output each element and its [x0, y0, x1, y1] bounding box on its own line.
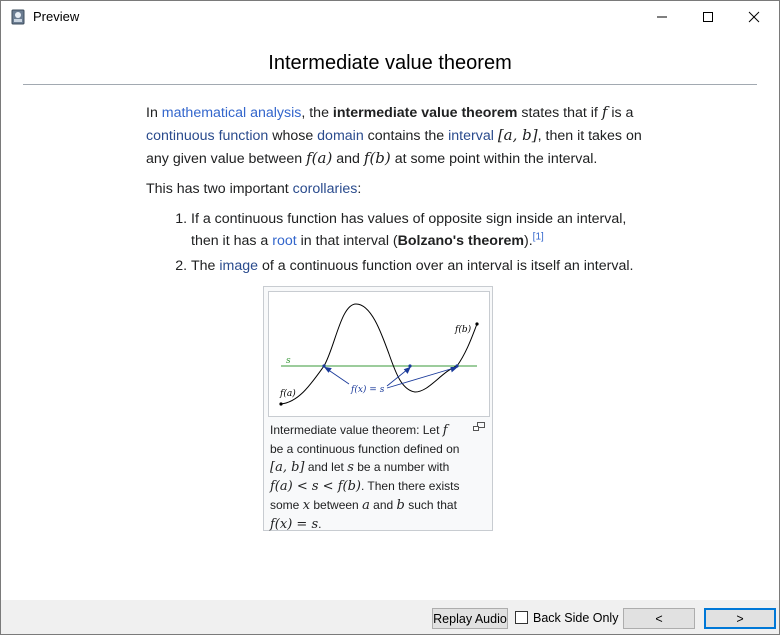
ivt-diagram[interactable]: s f(a) f(b) f(x) = s: [268, 291, 490, 417]
text: be a continuous function defined on: [270, 442, 460, 456]
text: and: [332, 151, 364, 167]
link-domain[interactable]: domain: [317, 128, 364, 144]
close-button[interactable]: [731, 1, 777, 33]
point-fa: [279, 402, 283, 406]
bottom-toolbar: Replay Audio Back Side Only < >: [1, 600, 779, 634]
text: , the: [301, 105, 333, 121]
math-fa: f(a): [306, 149, 333, 167]
label-s: s: [286, 356, 291, 366]
text: such that: [404, 498, 457, 512]
replay-audio-button[interactable]: Replay Audio: [432, 608, 508, 629]
math-s: s: [347, 460, 354, 475]
text: Intermediate value theorem: Let: [270, 423, 443, 437]
list-item: The image of a continuous function over …: [191, 255, 646, 277]
page-title: Intermediate value theorem: [23, 52, 757, 85]
text: This has two important: [146, 181, 293, 197]
text: is a: [607, 105, 634, 121]
enlarge-icon[interactable]: [473, 422, 485, 432]
math-x: x: [302, 498, 311, 513]
link-image[interactable]: image: [219, 258, 258, 274]
next-button[interactable]: >: [704, 608, 776, 629]
bold-bolzano: Bolzano's theorem: [397, 233, 524, 249]
window-title: Preview: [33, 9, 80, 24]
link-root[interactable]: root: [272, 233, 296, 249]
text: and let: [304, 460, 348, 474]
math-interval-ab: [a, b]: [497, 126, 538, 144]
previous-button[interactable]: <: [623, 608, 695, 629]
back-side-only-label[interactable]: Back Side Only: [533, 611, 618, 625]
text: be a number with: [353, 460, 450, 474]
minimize-button[interactable]: [639, 1, 685, 33]
preview-window: Preview Intermediate value theorem In ma…: [0, 0, 780, 635]
text: ).: [524, 233, 533, 249]
close-icon: [748, 11, 760, 23]
link-corollaries[interactable]: corollaries: [293, 181, 358, 197]
article-body: In mathematical analysis, the intermedia…: [146, 101, 646, 280]
app-icon: [11, 9, 25, 25]
link-continuous-function[interactable]: continuous function: [146, 128, 268, 144]
figure-thumbnail: s f(a) f(b) f(x) = s Intermediate value …: [263, 286, 493, 534]
reference-link[interactable]: [1]: [533, 231, 544, 242]
math-a: a: [362, 498, 370, 513]
text: The: [191, 258, 220, 274]
text: between: [310, 498, 363, 512]
ivt-diagram-svg: s f(a) f(b) f(x) = s: [279, 303, 479, 406]
text: in that interval (: [296, 233, 398, 249]
text: and: [369, 498, 397, 512]
text: .: [318, 517, 322, 531]
corollaries-paragraph: This has two important corollaries:: [146, 178, 646, 200]
math-fb: f(b): [363, 149, 391, 167]
minimize-icon: [657, 16, 667, 18]
link-interval[interactable]: interval: [448, 128, 494, 144]
math-b: b: [396, 498, 405, 513]
math-eq: f(x) = s: [270, 517, 319, 532]
text: whose: [268, 128, 318, 144]
figure-caption: Intermediate value theorem: Let f be a c…: [270, 421, 460, 534]
corollary-list: If a continuous function has values of o…: [146, 208, 646, 277]
math-f: f: [442, 423, 448, 438]
text: of a continuous function over an interva…: [258, 258, 634, 274]
label-fa: f(a): [279, 388, 296, 399]
arrows: [323, 366, 458, 389]
list-item: If a continuous function has values of o…: [191, 208, 646, 252]
maximize-button[interactable]: [685, 1, 731, 33]
label-fx-eq-s: f(x) = s: [350, 384, 385, 395]
maximize-icon: [703, 12, 713, 22]
preview-content: Intermediate value theorem In mathematic…: [1, 33, 779, 600]
intro-paragraph: In mathematical analysis, the intermedia…: [146, 101, 646, 170]
text: at some point within the interval.: [390, 151, 598, 167]
text: :: [357, 181, 362, 197]
math-inequality: f(a) < s < f(b): [270, 479, 361, 494]
text: contains the: [363, 128, 449, 144]
back-side-only-checkbox[interactable]: [515, 611, 528, 624]
label-fb: f(b): [454, 324, 472, 335]
math-ab: [a, b]: [270, 460, 305, 475]
title-bar: Preview: [1, 1, 779, 33]
point-fb: [475, 322, 479, 326]
bold-ivt: intermediate value theorem: [332, 105, 518, 121]
text: In: [146, 105, 162, 121]
link-mathematical-analysis[interactable]: mathematical analysis: [162, 105, 302, 121]
text: states that if: [517, 105, 602, 121]
